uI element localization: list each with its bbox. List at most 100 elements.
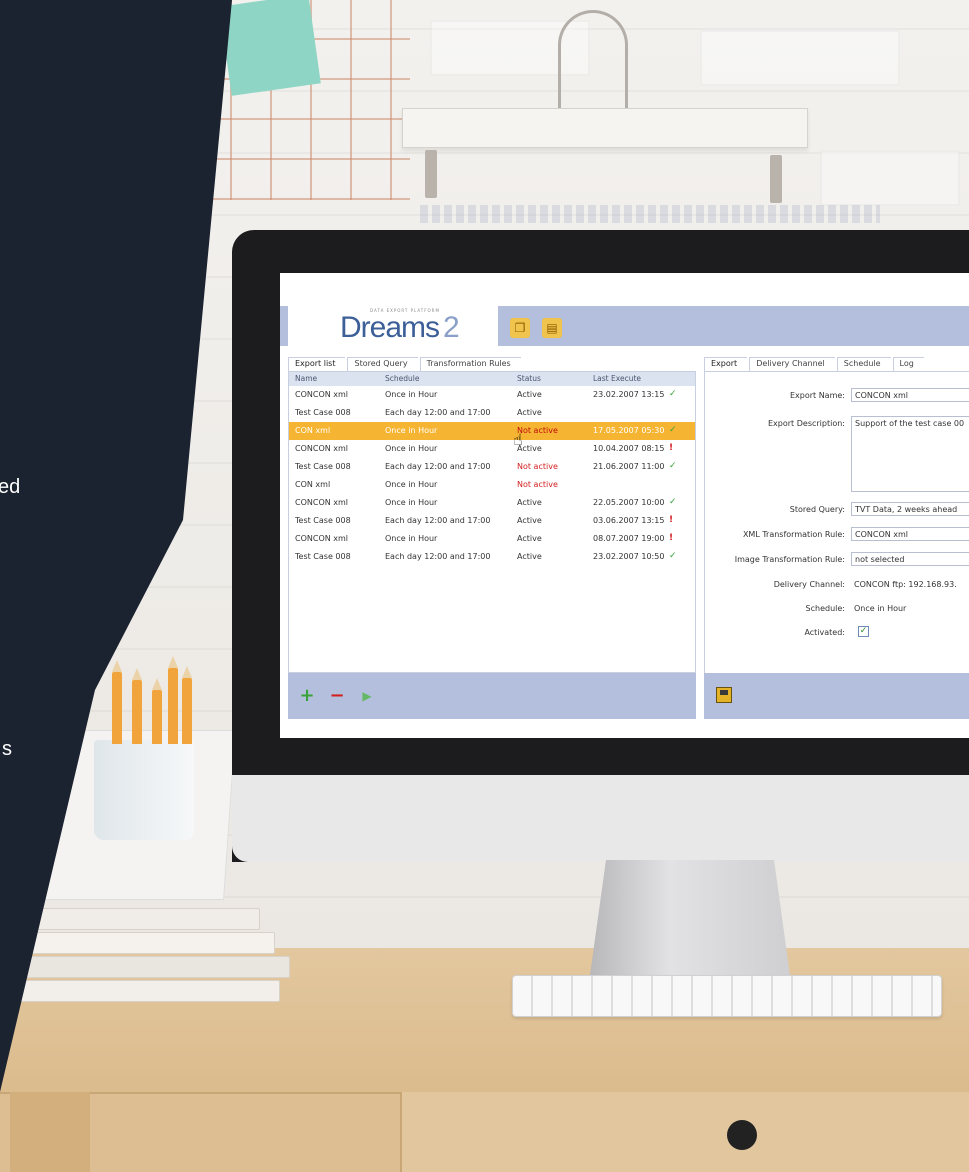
export-name-label: Export Name: [789,391,845,400]
export-name-field[interactable]: CONCON xml [851,388,969,402]
image-rule-label: Image Transformation Rule: [734,555,845,564]
hanger-hook [558,10,628,110]
row-status: Active [517,552,542,561]
table-header: Name Schedule Status Last Execute [289,372,695,386]
row-schedule: Once in Hour [385,534,438,543]
book [10,980,280,1002]
image-rule-select[interactable]: not selected [851,552,969,566]
warning-icon: ! [669,515,674,525]
row-name: Test Case 008 [295,516,351,525]
remove-icon[interactable]: − [328,687,346,705]
detail-toolbar [704,673,969,719]
table-row[interactable]: CONCON xml Once in Hour Active 08.07.2007 1… [289,530,695,548]
desk-leg [10,1092,90,1172]
row-status: Not active [517,480,558,489]
xml-rule-select[interactable]: CONCON xml [851,527,969,541]
row-status: Active [517,516,542,525]
row-last-execute: 21.06.2007 11:00 [593,462,665,471]
row-status: Active [517,408,542,417]
row-name: Test Case 008 [295,552,351,561]
list-toolbar: + − ▶ [288,673,696,719]
table-row[interactable]: Test Case 008 Each day 12:00 and 17:00 Act… [289,548,695,566]
row-name: Test Case 008 [295,408,351,417]
hand-cursor-icon: ☝ [513,430,523,449]
row-last-execute: 10.04.2007 08:15 [593,444,665,453]
pencil [112,660,122,744]
xml-rule-label: XML Transformation Rule: [742,530,845,539]
row-name: CON xml [295,480,331,489]
delivery-channel-label: Delivery Channel: [773,580,845,589]
row-schedule: Each day 12:00 and 17:00 [385,552,491,561]
book [10,956,290,978]
row-status: Not active [517,426,558,435]
tab-export[interactable]: Export [704,357,748,371]
row-name: CONCON xml [295,444,349,453]
row-schedule: Once in Hour [385,444,438,453]
row-name: CONCON xml [295,390,349,399]
check-icon: ✓ [669,461,677,471]
activated-checkbox[interactable]: ✓ [858,626,869,637]
table-row[interactable]: CON xml Once in Hour Not active [289,476,695,494]
delivery-channel-value: CONCON ftp: 192.168.93. [854,580,957,589]
row-last-execute: 23.02.2007 10:50 [593,552,665,561]
detail-tabs: Export Delivery Channel Schedule Log [704,357,926,371]
row-name: CONCON xml [295,534,349,543]
table-row[interactable]: Test Case 008 Each day 12:00 and 17:00 Not… [289,458,695,476]
tab-export-list[interactable]: Export list [288,357,346,371]
export-description-field[interactable]: Support of the test case 00 [851,416,969,492]
stored-query-select[interactable]: TVT Data, 2 weeks ahead [851,502,969,516]
tab-log[interactable]: Log [892,357,924,371]
book-icon[interactable]: ❐ [510,318,530,338]
app-screen: DATA EXPORT PLATFORM Dreams 2 ❐ ▤ Export … [280,273,969,738]
tab-stored-query[interactable]: Stored Query [347,357,418,371]
row-status: Active [517,534,542,543]
column-header-schedule[interactable]: Schedule [385,374,419,383]
hanger-clip [425,150,437,198]
hanger [402,108,808,148]
tab-delivery-channel[interactable]: Delivery Channel [749,357,835,371]
row-name: CONCON xml [295,498,349,507]
table-row[interactable]: Test Case 008 Each day 12:00 and 17:00 Act… [289,512,695,530]
check-icon: ✓ [669,497,677,507]
row-last-execute: 17.05.2007 05:30 [593,426,665,435]
pencil-cup [94,740,194,840]
tab-schedule[interactable]: Schedule [836,357,891,371]
book-stack [10,908,300,1020]
tab-transformation-rules[interactable]: Transformation Rules [419,357,521,371]
table-row[interactable]: CONCON xml Once in Hour Active 23.02.2007 1… [289,386,695,404]
list-tabs: Export list Stored Query Transformation … [288,357,523,371]
row-schedule: Each day 12:00 and 17:00 [385,462,491,471]
row-last-execute: 23.02.2007 13:15 [593,390,665,399]
row-schedule: Each day 12:00 and 17:00 [385,408,491,417]
panel-text-fragment: ed [0,476,21,498]
document-icon[interactable]: ▤ [542,318,562,338]
add-icon[interactable]: + [298,687,316,705]
column-header-status[interactable]: Status [517,374,541,383]
schedule-label: Schedule: [805,604,845,613]
run-icon[interactable]: ▶ [358,687,376,705]
pencil [132,668,142,744]
table-row[interactable]: CONCON xml Once in Hour Active 22.05.2007 1… [289,494,695,512]
row-schedule: Each day 12:00 and 17:00 [385,516,491,525]
pencil [152,678,162,744]
export-list-table: Name Schedule Status Last Execute CONCON… [288,371,696,673]
table-row[interactable]: Test Case 008 Each day 12:00 and 17:00 Act… [289,404,695,422]
monitor-stand [590,860,790,975]
pencil [168,656,178,744]
export-description-label: Export Description: [768,419,845,428]
check-icon: ✓ [669,389,677,399]
table-row[interactable]: CONCON xml Once in Hour Active 10.04.2007 0… [289,440,695,458]
table-row[interactable]: CON xml Once in Hour Not active 17.05.2007 … [289,422,695,440]
row-schedule: Once in Hour [385,426,438,435]
drawer-knob [727,1120,757,1150]
row-schedule: Once in Hour [385,480,438,489]
book [10,932,275,954]
stored-query-label: Stored Query: [789,505,845,514]
column-header-last-execute[interactable]: Last Execute [593,374,641,383]
keyboard [512,975,942,1017]
activated-label: Activated: [804,628,845,637]
save-icon[interactable] [716,687,732,703]
app-logo: Dreams 2 [340,311,460,345]
row-schedule: Once in Hour [385,498,438,507]
column-header-name[interactable]: Name [295,374,317,383]
